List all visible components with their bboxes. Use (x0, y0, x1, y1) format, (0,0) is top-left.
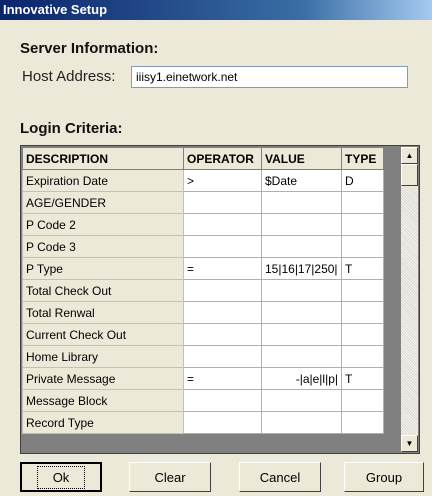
row-type[interactable]: T (341, 257, 384, 280)
table-row: Expiration Date > $Date D (22, 169, 384, 192)
row-value[interactable]: $Date (261, 169, 342, 192)
row-type[interactable] (341, 213, 384, 236)
row-value[interactable] (261, 411, 342, 434)
row-description[interactable]: Message Block (22, 389, 184, 412)
row-value[interactable] (261, 213, 342, 236)
row-value[interactable] (261, 301, 342, 324)
row-operator[interactable] (183, 389, 262, 412)
row-operator[interactable] (183, 279, 262, 302)
scroll-up-arrow-icon[interactable]: ▲ (401, 147, 418, 164)
row-type[interactable] (341, 389, 384, 412)
table-row: Home Library (22, 345, 384, 368)
table-row: Current Check Out (22, 323, 384, 346)
row-type[interactable] (341, 345, 384, 368)
table-row: P Code 3 (22, 235, 384, 258)
row-value[interactable]: -|a|e|l|p| (261, 367, 342, 390)
row-description[interactable]: Record Type (22, 411, 184, 434)
table-header-row: DESCRIPTION OPERATOR VALUE TYPE (22, 147, 384, 170)
table-row: Message Block (22, 389, 384, 412)
row-value[interactable] (261, 279, 342, 302)
row-value[interactable]: 15|16|17|250| (261, 257, 342, 280)
login-criteria-heading: Login Criteria: (20, 120, 123, 137)
criteria-table: DESCRIPTION OPERATOR VALUE TYPE Expirati… (22, 147, 384, 434)
row-description[interactable]: AGE/GENDER (22, 191, 184, 214)
row-description[interactable]: Home Library (22, 345, 184, 368)
table-row: P Code 2 (22, 213, 384, 236)
table-row: Record Type (22, 411, 384, 434)
server-info-heading: Server Information: (20, 40, 159, 57)
ok-button-label: Ok (36, 465, 86, 489)
row-type[interactable] (341, 301, 384, 324)
ok-button[interactable]: Ok (20, 462, 102, 492)
row-value[interactable] (261, 191, 342, 214)
row-type[interactable] (341, 191, 384, 214)
row-operator[interactable]: = (183, 257, 262, 280)
row-description[interactable]: P Code 3 (22, 235, 184, 258)
group-button[interactable]: Group (344, 462, 424, 492)
table-row: Total Renwal (22, 301, 384, 324)
row-operator[interactable]: > (183, 169, 262, 192)
row-description[interactable]: Expiration Date (22, 169, 184, 192)
row-operator[interactable]: = (183, 367, 262, 390)
table-row: Private Message = -|a|e|l|p| T (22, 367, 384, 390)
row-type[interactable]: D (341, 169, 384, 192)
row-operator[interactable] (183, 213, 262, 236)
row-description[interactable]: Private Message (22, 367, 184, 390)
row-description[interactable]: Total Renwal (22, 301, 184, 324)
row-operator[interactable] (183, 345, 262, 368)
column-header-value[interactable]: VALUE (261, 147, 342, 170)
table-row: AGE/GENDER (22, 191, 384, 214)
row-value[interactable] (261, 389, 342, 412)
cancel-button[interactable]: Cancel (239, 462, 321, 492)
row-description[interactable]: P Code 2 (22, 213, 184, 236)
row-value[interactable] (261, 235, 342, 258)
column-header-description[interactable]: DESCRIPTION (22, 147, 184, 170)
row-value[interactable] (261, 323, 342, 346)
row-value[interactable] (261, 345, 342, 368)
host-address-input[interactable] (131, 66, 408, 88)
host-address-label: Host Address: (22, 68, 116, 85)
table-row: P Type = 15|16|17|250| T (22, 257, 384, 280)
row-type[interactable] (341, 323, 384, 346)
row-type[interactable]: T (341, 367, 384, 390)
row-type[interactable] (341, 279, 384, 302)
row-operator[interactable] (183, 191, 262, 214)
scroll-thumb[interactable] (401, 164, 418, 186)
row-description[interactable]: P Type (22, 257, 184, 280)
vertical-scrollbar[interactable]: ▲ ▼ (401, 147, 418, 452)
column-header-operator[interactable]: OPERATOR (183, 147, 262, 170)
row-type[interactable] (341, 235, 384, 258)
row-type[interactable] (341, 411, 384, 434)
row-operator[interactable] (183, 323, 262, 346)
login-criteria-grid[interactable]: DESCRIPTION OPERATOR VALUE TYPE Expirati… (20, 145, 420, 454)
scroll-down-arrow-icon[interactable]: ▼ (401, 435, 418, 452)
row-operator[interactable] (183, 411, 262, 434)
clear-button[interactable]: Clear (129, 462, 211, 492)
column-header-type[interactable]: TYPE (341, 147, 384, 170)
row-operator[interactable] (183, 235, 262, 258)
table-row: Total Check Out (22, 279, 384, 302)
row-operator[interactable] (183, 301, 262, 324)
row-description[interactable]: Current Check Out (22, 323, 184, 346)
window-title: Innovative Setup (0, 0, 432, 20)
row-description[interactable]: Total Check Out (22, 279, 184, 302)
